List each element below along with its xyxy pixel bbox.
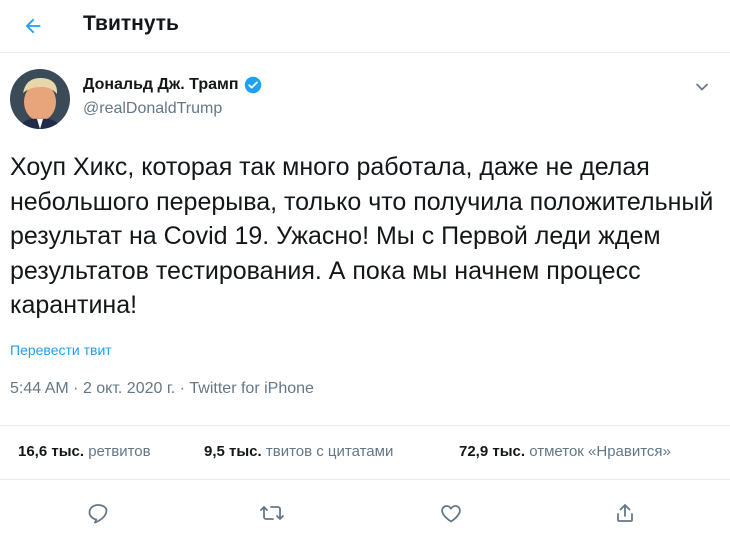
retweets-stat[interactable]: 16,6 тыс. ретвитов <box>18 443 151 460</box>
translate-tweet-link[interactable]: Перевести твит <box>10 342 112 358</box>
tweet-author: Дональд Дж. Трамп @realDonaldTrump <box>10 69 720 133</box>
like-icon <box>439 501 463 525</box>
tweet-stats: 16,6 тыс. ретвитов 9,5 тыс. твитов с цит… <box>0 425 730 480</box>
retweet-button[interactable] <box>257 498 287 528</box>
arrow-left-icon <box>22 15 44 37</box>
author-handle[interactable]: @realDonaldTrump <box>83 100 222 118</box>
reply-button[interactable] <box>83 498 113 528</box>
tweet-date[interactable]: 2 окт. 2020 г. <box>83 380 175 397</box>
tweet-header: Твитнуть <box>0 0 730 53</box>
quotes-count: 9,5 тыс. <box>204 443 262 460</box>
tweet-meta: 5:44 AM · 2 окт. 2020 г. · Twitter for i… <box>10 380 314 398</box>
retweets-count: 16,6 тыс. <box>18 443 85 460</box>
author-name[interactable]: Дональд Дж. Трамп <box>83 76 239 94</box>
verified-badge-icon <box>244 76 262 94</box>
likes-label: отметок «Нравится» <box>529 443 671 460</box>
meta-separator: · <box>179 380 185 397</box>
tweet-time[interactable]: 5:44 AM <box>10 380 69 397</box>
avatar[interactable] <box>10 69 70 129</box>
meta-separator: · <box>73 380 79 397</box>
page-title: Твитнуть <box>83 12 179 35</box>
share-icon <box>613 501 637 525</box>
retweet-icon <box>259 501 285 525</box>
tweet-actions <box>0 490 730 540</box>
retweets-label: ретвитов <box>88 443 151 460</box>
author-name-row: Дональд Дж. Трамп <box>83 76 262 94</box>
quotes-label: твитов с цитатами <box>265 443 394 460</box>
back-button[interactable] <box>16 9 50 43</box>
reply-icon <box>86 501 110 525</box>
tweet-text: Хоуп Хикс, которая так много работала, д… <box>10 153 714 319</box>
share-button[interactable] <box>610 498 640 528</box>
likes-stat[interactable]: 72,9 тыс. отметок «Нравится» <box>459 443 671 460</box>
chevron-down-icon[interactable] <box>692 77 712 97</box>
quotes-stat[interactable]: 9,5 тыс. твитов с цитатами <box>204 443 393 460</box>
like-button[interactable] <box>436 498 466 528</box>
likes-count: 72,9 тыс. <box>459 443 526 460</box>
tweet-source[interactable]: Twitter for iPhone <box>189 380 314 397</box>
